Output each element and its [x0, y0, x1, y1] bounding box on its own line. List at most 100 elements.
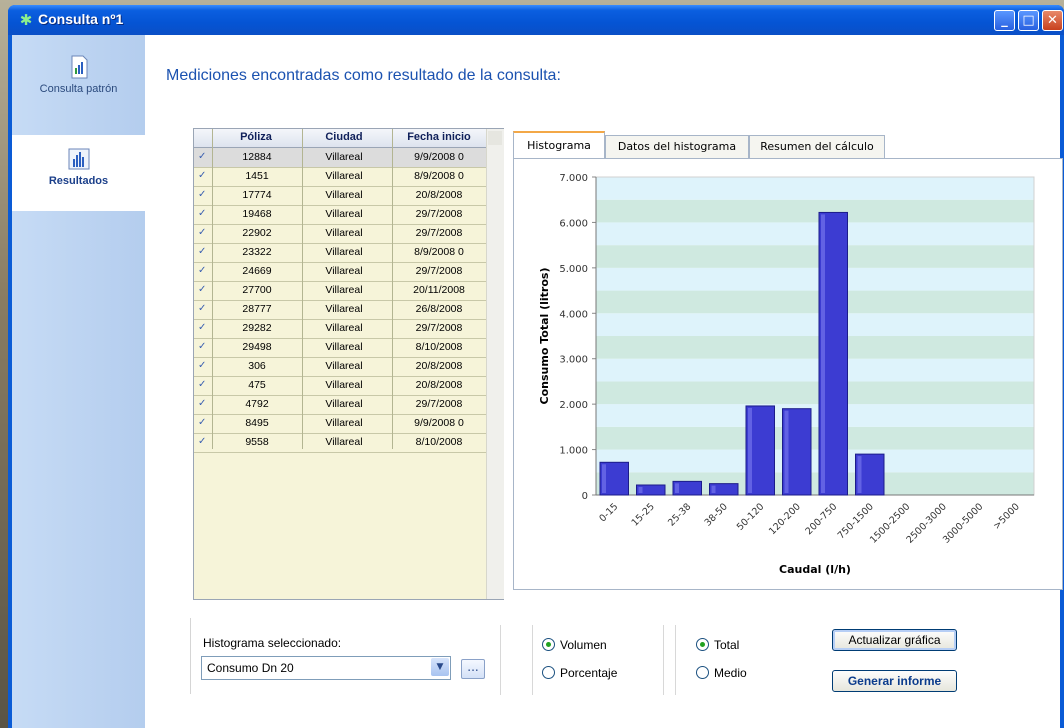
table-row[interactable]: ✓ 306 Villareal 20/8/2008: [194, 357, 486, 377]
close-button[interactable]: ✕: [1042, 10, 1063, 31]
poliza-cell: 29282: [242, 322, 272, 334]
poliza-cell: 1451: [245, 170, 269, 182]
row-checkbox[interactable]: ✓: [198, 380, 208, 390]
poliza-cell: 29498: [242, 341, 272, 353]
plot-band: [596, 336, 1034, 359]
table-row[interactable]: ✓ 27700 Villareal 20/11/2008: [194, 281, 486, 301]
row-checkbox[interactable]: ✓: [198, 209, 208, 219]
table-row[interactable]: ✓ 1451 Villareal 8/9/2008 0: [194, 167, 486, 187]
plot-band: [596, 245, 1034, 268]
bar-highlight: [602, 464, 606, 493]
radio-unselected-icon[interactable]: [696, 666, 709, 679]
ciudad-cell: Villareal: [325, 151, 363, 163]
table-row[interactable]: ✓ 9558 Villareal 8/10/2008: [194, 433, 486, 453]
row-checkbox[interactable]: ✓: [198, 228, 208, 238]
table-header: Póliza Ciudad Fecha inicio: [194, 129, 486, 148]
row-checkbox[interactable]: ✓: [198, 266, 208, 276]
sidebar-item-resultados[interactable]: Resultados: [12, 135, 145, 211]
y-tick-label: 0: [582, 491, 588, 502]
row-checkbox[interactable]: ✓: [198, 152, 208, 162]
plot-band: [596, 177, 1034, 200]
table-row[interactable]: ✓ 23322 Villareal 8/9/2008 0: [194, 243, 486, 263]
poliza-cell: 306: [248, 360, 266, 372]
table-row[interactable]: ✓ 17774 Villareal 20/8/2008: [194, 186, 486, 206]
table-row[interactable]: ✓ 22902 Villareal 29/7/2008: [194, 224, 486, 244]
radio-selected-icon[interactable]: [696, 638, 709, 651]
row-checkbox[interactable]: ✓: [198, 399, 208, 409]
radio-volumen[interactable]: Volumen: [542, 638, 607, 652]
fecha-cell: 8/10/2008: [415, 436, 463, 448]
update-chart-button[interactable]: Actualizar gráfica: [832, 629, 957, 651]
column-header-ciudad[interactable]: Ciudad: [304, 131, 384, 143]
table-row[interactable]: ✓ 12884 Villareal 9/9/2008 0: [194, 148, 486, 168]
row-checkbox[interactable]: ✓: [198, 437, 208, 447]
y-axis-label: Consumo Total (litros): [538, 268, 551, 405]
minimize-button[interactable]: _: [994, 10, 1015, 31]
plot-band: [596, 358, 1034, 382]
radio-porcentaje[interactable]: Porcentaje: [542, 666, 617, 680]
bar-highlight: [857, 456, 862, 493]
generate-report-button[interactable]: Generar informe: [832, 670, 957, 692]
sidebar: Consulta patrón Resultados: [12, 35, 145, 728]
group-divider: [663, 625, 664, 695]
fecha-cell: 29/7/2008: [415, 322, 463, 334]
table-row[interactable]: ✓ 475 Villareal 20/8/2008: [194, 376, 486, 396]
bar-highlight: [711, 485, 716, 493]
row-checkbox[interactable]: ✓: [198, 418, 208, 428]
row-checkbox[interactable]: ✓: [198, 304, 208, 314]
results-panel: Mediciones encontradas como resultado de…: [145, 35, 1063, 728]
table-row[interactable]: ✓ 28777 Villareal 26/8/2008: [194, 300, 486, 320]
row-checkbox[interactable]: ✓: [198, 342, 208, 352]
ciudad-cell: Villareal: [325, 208, 363, 220]
histogram-select-value: Consumo Dn 20: [207, 661, 294, 675]
plot-band: [596, 222, 1034, 246]
bar-highlight: [784, 410, 789, 493]
radio-porcentaje-label: Porcentaje: [560, 666, 618, 680]
radio-medio[interactable]: Medio: [696, 666, 747, 680]
row-checkbox[interactable]: ✓: [198, 285, 208, 295]
table-row[interactable]: ✓ 19468 Villareal 29/7/2008: [194, 205, 486, 225]
y-tick-label: 3.000: [559, 355, 588, 366]
sidebar-item-label: Consulta patrón: [39, 83, 118, 95]
tab-resumen-calculo[interactable]: Resumen del cálculo: [749, 135, 885, 158]
plot-band: [596, 290, 1034, 314]
tab-datos-histograma[interactable]: Datos del histograma: [605, 135, 749, 158]
table-row[interactable]: ✓ 29498 Villareal 8/10/2008: [194, 338, 486, 358]
table-row[interactable]: ✓ 24669 Villareal 29/7/2008: [194, 262, 486, 282]
bar-chart-icon: [68, 148, 89, 170]
row-checkbox[interactable]: ✓: [198, 171, 208, 181]
ciudad-cell: Villareal: [325, 284, 363, 296]
maximize-button[interactable]: □: [1018, 10, 1039, 31]
poliza-cell: 23322: [242, 246, 272, 258]
table-row[interactable]: ✓ 8495 Villareal 9/9/2008 0: [194, 414, 486, 434]
radio-total[interactable]: Total: [696, 638, 739, 652]
title-bar[interactable]: ✱ Consulta nº1 _ □ ✕: [8, 5, 1064, 35]
table-scrollbar[interactable]: [486, 129, 504, 599]
poliza-cell: 24669: [242, 265, 272, 277]
sidebar-item-consulta-patron[interactable]: Consulta patrón: [12, 55, 145, 119]
row-checkbox[interactable]: ✓: [198, 323, 208, 333]
x-tick-label: 0-15: [597, 501, 620, 524]
browse-button[interactable]: ...: [461, 659, 485, 679]
column-header-poliza[interactable]: Póliza: [218, 131, 294, 143]
app-window: ✱ Consulta nº1 _ □ ✕ Consulta patrón Res…: [8, 5, 1064, 728]
scroll-up-arrow[interactable]: [488, 131, 502, 145]
radio-selected-icon[interactable]: [542, 638, 555, 651]
row-checkbox[interactable]: ✓: [198, 361, 208, 371]
row-checkbox[interactable]: ✓: [198, 247, 208, 257]
fecha-cell: 8/10/2008: [415, 341, 463, 353]
tab-histograma[interactable]: Histograma: [513, 131, 605, 159]
group-divider: [500, 625, 501, 695]
column-header-fecha-inicio[interactable]: Fecha inicio: [394, 131, 484, 143]
table-row[interactable]: ✓ 29282 Villareal 29/7/2008: [194, 319, 486, 339]
histogram-label: Histograma seleccionado:: [203, 636, 342, 650]
row-checkbox[interactable]: ✓: [198, 190, 208, 200]
chevron-down-icon[interactable]: ▼: [431, 658, 449, 676]
radio-unselected-icon[interactable]: [542, 666, 555, 679]
histogram-select[interactable]: Consumo Dn 20 ▼: [201, 656, 451, 680]
close-icon: ✕: [1047, 13, 1058, 28]
table-row[interactable]: ✓ 4792 Villareal 29/7/2008: [194, 395, 486, 415]
ciudad-cell: Villareal: [325, 360, 363, 372]
y-tick-label: 1.000: [559, 446, 588, 457]
group-divider: [675, 625, 676, 695]
